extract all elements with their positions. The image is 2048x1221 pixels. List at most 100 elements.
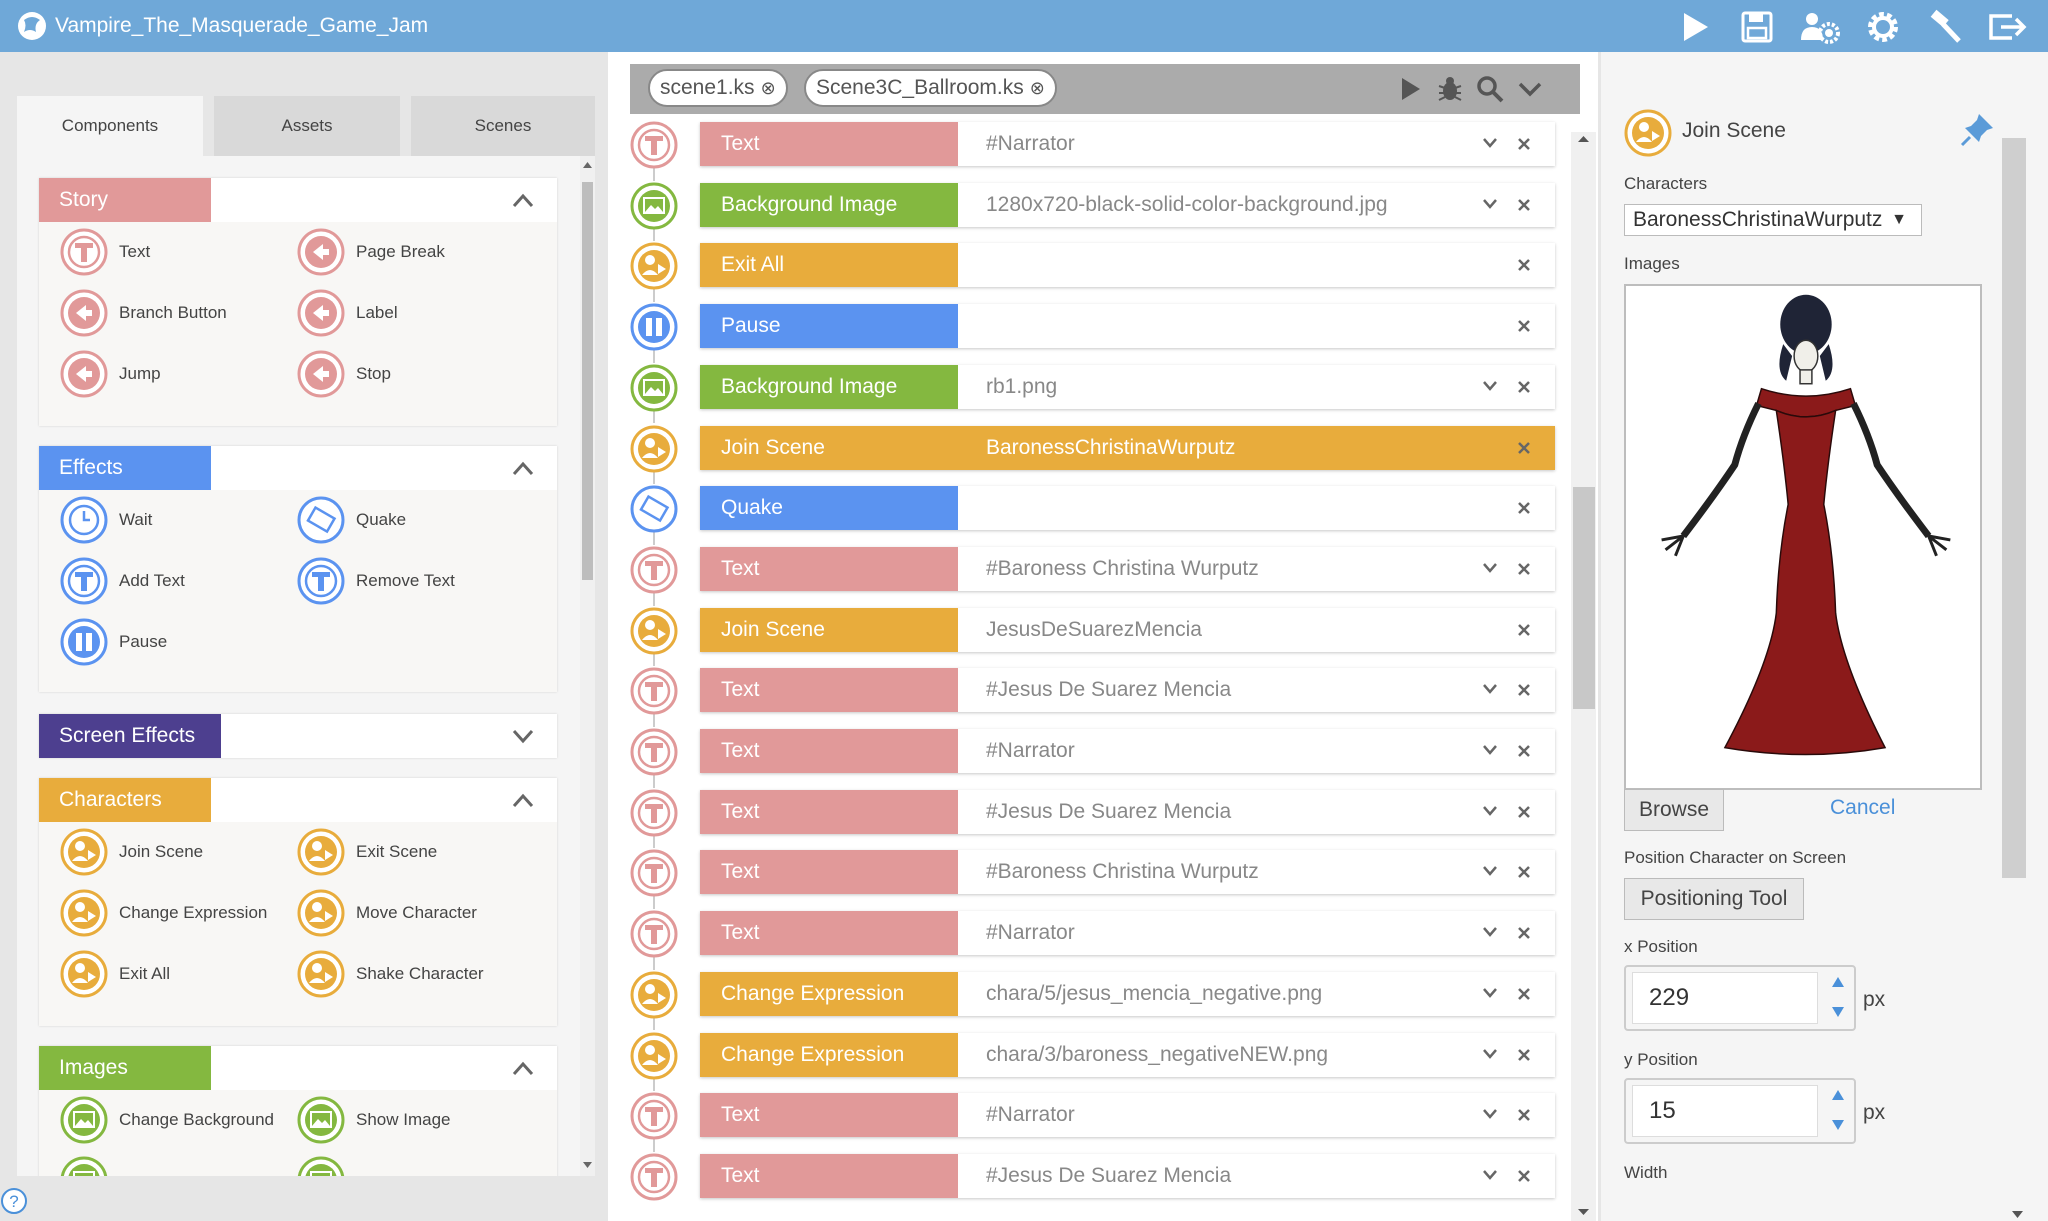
delete-icon[interactable]: [1516, 682, 1532, 698]
script-row-box[interactable]: Change Expression chara/5/jesus_mencia_ne…: [700, 971, 1555, 1016]
row-value[interactable]: #Baroness Christina Wurputz: [986, 850, 1466, 894]
chevron-up-icon[interactable]: [511, 190, 535, 210]
delete-icon[interactable]: [1516, 743, 1532, 759]
component-add-text[interactable]: Add Text: [59, 555, 185, 607]
chevron-up-icon[interactable]: [511, 458, 535, 478]
component-stop[interactable]: Stop: [296, 348, 391, 400]
script-row-box[interactable]: Background Image 1280x720-black-solid-col…: [700, 182, 1555, 227]
delete-icon[interactable]: [1516, 500, 1532, 516]
row-value[interactable]: #Narrator: [986, 122, 1466, 166]
script-row-box[interactable]: Background Image rb1.png: [700, 364, 1555, 409]
script-row[interactable]: Text #Narrator: [608, 1093, 1583, 1141]
script-row[interactable]: Text #Narrator: [608, 729, 1583, 777]
save-icon[interactable]: [1738, 8, 1776, 46]
chevron-down-icon[interactable]: [1482, 865, 1498, 877]
row-value[interactable]: #Narrator: [986, 729, 1466, 773]
script-row[interactable]: Join Scene BaronessChristinaWurputz: [608, 426, 1583, 474]
tab-assets[interactable]: Assets: [214, 96, 400, 156]
row-value[interactable]: #Jesus De Suarez Mencia: [986, 668, 1466, 712]
chevron-down-icon[interactable]: [1482, 1169, 1498, 1181]
gear-icon[interactable]: [1864, 8, 1902, 46]
characters-header[interactable]: Characters: [39, 778, 557, 822]
tab-scenes[interactable]: Scenes: [411, 96, 595, 156]
script-row-box[interactable]: Text #Jesus De Suarez Mencia: [700, 789, 1555, 834]
script-row-box[interactable]: Text #Narrator: [700, 1093, 1555, 1138]
help-icon[interactable]: ?: [0, 1185, 30, 1215]
row-value[interactable]: #Narrator: [986, 1093, 1466, 1137]
component-pause[interactable]: Pause: [59, 616, 167, 668]
script-row-box[interactable]: Text #Narrator: [700, 122, 1555, 166]
tab-scene1[interactable]: scene1.ks ⊗: [648, 69, 788, 107]
y-position-input[interactable]: 15: [1632, 1085, 1818, 1137]
script-row-box[interactable]: Join Scene BaronessChristinaWurputz: [700, 425, 1555, 470]
script-row[interactable]: Text #Jesus De Suarez Mencia: [608, 1154, 1583, 1202]
tab-scene3c-ballroom[interactable]: Scene3C_Ballroom.ks ⊗: [804, 69, 1057, 107]
increment-icon[interactable]: [1831, 1088, 1845, 1102]
delete-icon[interactable]: [1516, 318, 1532, 334]
script-row[interactable]: Text #Jesus De Suarez Mencia: [608, 790, 1583, 838]
row-value[interactable]: [986, 486, 1466, 530]
row-value[interactable]: #Baroness Christina Wurputz: [986, 547, 1466, 591]
chevron-down-icon[interactable]: [1482, 987, 1498, 999]
increment-icon[interactable]: [1831, 975, 1845, 989]
delete-icon[interactable]: [1516, 1168, 1532, 1184]
delete-icon[interactable]: [1516, 379, 1532, 395]
close-tab-icon[interactable]: ⊗: [761, 78, 776, 99]
left-scrollbar[interactable]: [580, 156, 595, 1176]
component-remove-text[interactable]: Remove Text: [296, 555, 455, 607]
component-move-character[interactable]: Move Character: [296, 887, 477, 939]
component-quake[interactable]: Quake: [296, 494, 406, 546]
component-jump[interactable]: Jump: [59, 348, 161, 400]
browse-button[interactable]: Browse: [1624, 789, 1724, 831]
script-row[interactable]: Exit All: [608, 243, 1583, 291]
script-row[interactable]: Pause: [608, 304, 1583, 352]
row-value[interactable]: BaronessChristinaWurputz: [986, 426, 1466, 470]
delete-icon[interactable]: [1516, 1047, 1532, 1063]
component-page-break[interactable]: Page Break: [296, 226, 445, 278]
chevron-down-icon[interactable]: [1482, 805, 1498, 817]
story-header[interactable]: Story: [39, 178, 557, 222]
chevron-down-icon[interactable]: [1482, 562, 1498, 574]
script-row-box[interactable]: Text #Baroness Christina Wurputz: [700, 546, 1555, 591]
delete-icon[interactable]: [1516, 1107, 1532, 1123]
character-select[interactable]: BaronessChristinaWurputz ▼: [1624, 204, 1922, 236]
users-gear-icon[interactable]: [1798, 8, 1842, 46]
delete-icon[interactable]: [1516, 197, 1532, 213]
delete-icon[interactable]: [1516, 986, 1532, 1002]
chevron-down-icon[interactable]: [511, 726, 535, 746]
decrement-icon[interactable]: [1831, 1005, 1845, 1019]
script-row-box[interactable]: Text #Baroness Christina Wurputz: [700, 850, 1555, 895]
row-value[interactable]: 1280x720-black-solid-color-background.jp…: [986, 183, 1466, 227]
search-icon[interactable]: [1475, 74, 1505, 104]
row-value[interactable]: JesusDeSuarezMencia: [986, 608, 1466, 652]
component-more[interactable]: [296, 1154, 346, 1176]
script-row[interactable]: Quake: [608, 486, 1583, 534]
script-row-box[interactable]: Text #Jesus De Suarez Mencia: [700, 668, 1555, 713]
component-wait[interactable]: Wait: [59, 494, 152, 546]
component-more[interactable]: [59, 1154, 109, 1176]
chevron-down-icon[interactable]: [1482, 137, 1498, 149]
chevron-down-icon[interactable]: [1482, 380, 1498, 392]
chevron-down-icon[interactable]: [1482, 1108, 1498, 1120]
chevron-down-icon[interactable]: [1482, 198, 1498, 210]
hammer-icon[interactable]: [1926, 8, 1964, 46]
properties-scrollbar[interactable]: [2001, 138, 2048, 1221]
bug-icon[interactable]: [1435, 74, 1465, 104]
script-row-box[interactable]: Text #Narrator: [700, 729, 1555, 773]
row-value[interactable]: #Narrator: [986, 911, 1466, 955]
exit-icon[interactable]: [1986, 8, 2030, 46]
component-join-scene[interactable]: Join Scene: [59, 826, 203, 878]
chevron-up-icon[interactable]: [511, 1058, 535, 1078]
script-row[interactable]: Background Image rb1.png: [608, 365, 1583, 413]
component-show-image[interactable]: Show Image: [296, 1094, 451, 1146]
script-row[interactable]: Change Expression chara/5/jesus_mencia_ne…: [608, 972, 1583, 1020]
component-exit-all[interactable]: Exit All: [59, 948, 170, 1000]
component-branch-button[interactable]: Branch Button: [59, 287, 227, 339]
component-text[interactable]: Text: [59, 226, 150, 278]
script-row[interactable]: Text #Narrator: [608, 122, 1583, 170]
chevron-down-icon[interactable]: [1482, 1048, 1498, 1060]
positioning-tool-button[interactable]: Positioning Tool: [1624, 878, 1804, 920]
chevron-down-icon[interactable]: [1482, 683, 1498, 695]
delete-icon[interactable]: [1516, 440, 1532, 456]
play-icon[interactable]: [1395, 74, 1425, 104]
